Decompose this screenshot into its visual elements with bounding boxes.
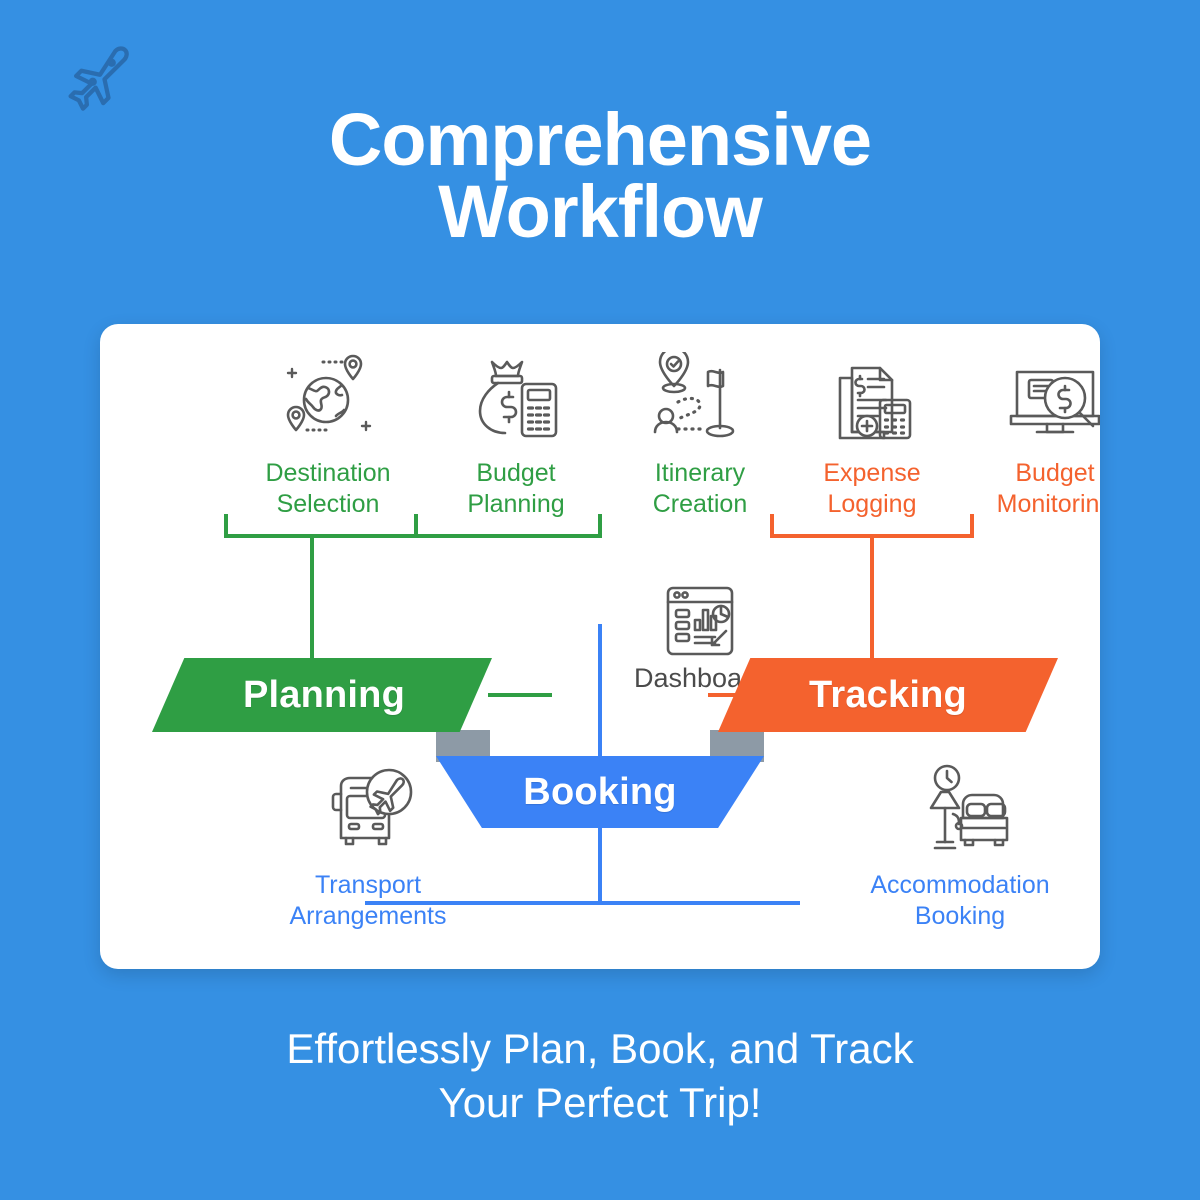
workflow-card: Destination Selection Budget Planning It… xyxy=(100,324,1100,969)
money-bag-calculator-icon xyxy=(416,348,616,452)
bed-lamp-clock-icon xyxy=(800,760,1100,864)
infographic-canvas: Comprehensive Workflow Destination Selec… xyxy=(0,0,1200,1200)
banner-planning[interactable]: Planning xyxy=(152,658,492,732)
banner-label: Booking xyxy=(523,770,677,813)
node-itinerary-creation[interactable]: Itinerary Creation xyxy=(600,348,800,519)
node-label: Accommodation Booking xyxy=(870,871,1050,930)
node-label: Transport Arrangements xyxy=(289,871,447,930)
node-label: Itinerary Creation xyxy=(652,459,748,518)
node-label: Budget Planning xyxy=(467,459,565,518)
route-flag-icon xyxy=(600,348,800,452)
footer-caption: Effortlessly Plan, Book, and Track Your … xyxy=(286,1025,914,1126)
title-line-2: Workflow xyxy=(438,169,763,253)
banner-tracking[interactable]: Tracking xyxy=(718,658,1058,732)
node-label: Expense Logging xyxy=(823,459,921,518)
node-label: Destination Selection xyxy=(265,459,391,518)
dashboard-window-icon xyxy=(552,584,848,660)
node-budget-monitoring[interactable]: Budget Monitoring xyxy=(955,348,1100,519)
title-line-1: Comprehensive xyxy=(328,98,872,181)
node-label: Budget Monitoring xyxy=(996,459,1100,518)
banner-label: Planning xyxy=(242,673,406,716)
banner-label: Tracking xyxy=(809,673,967,716)
node-accommodation-booking[interactable]: Accommodation Booking xyxy=(800,760,1100,931)
globe-location-pins-icon xyxy=(228,348,428,452)
node-destination-selection[interactable]: Destination Selection xyxy=(228,348,428,519)
page-title: Comprehensive Workflow xyxy=(0,103,1200,253)
banner-booking[interactable]: Booking xyxy=(436,756,764,828)
monitor-magnifier-dollar-icon xyxy=(955,348,1100,452)
node-budget-planning[interactable]: Budget Planning xyxy=(416,348,616,519)
node-expense-logging[interactable]: Expense Logging xyxy=(772,348,972,519)
receipt-calculator-icon xyxy=(772,348,972,452)
